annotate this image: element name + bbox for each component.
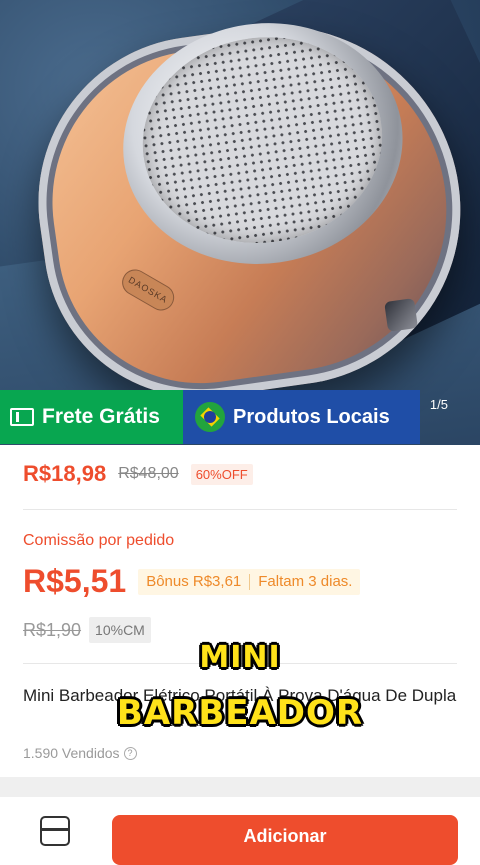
local-products-label: Produtos Locais: [233, 405, 390, 428]
free-shipping-badge: Frete Grátis: [0, 390, 183, 444]
original-price: R$48,00: [118, 465, 179, 482]
bonus-time-remaining: Faltam 3 dias.: [258, 573, 353, 590]
divider: [23, 509, 457, 510]
shipping-box-icon: [10, 408, 34, 426]
local-products-badge: Produtos Locais: [183, 390, 420, 444]
image-page-indicator: 1/5: [429, 397, 448, 412]
current-price: R$18,98: [23, 461, 107, 486]
video-caption-line2: BARBEADOR: [116, 693, 364, 733]
add-button[interactable]: Adicionar: [112, 815, 458, 865]
section-separator: [0, 777, 480, 797]
price-row: R$18,98 R$48,00 60%OFF: [23, 461, 253, 487]
brazil-flag-icon: [195, 402, 225, 432]
commission-label: Comissão por pedido: [23, 532, 175, 549]
commission-value: R$5,51: [23, 563, 127, 599]
sold-count: 1.590 Vendidos: [23, 745, 120, 761]
free-shipping-label: Frete Grátis: [42, 405, 160, 428]
shop-icon[interactable]: [40, 816, 70, 846]
brand-logo: DAOSKA: [117, 264, 179, 316]
charging-port: [384, 298, 419, 332]
bonus-box: Bônus R$3,61 Faltam 3 dias.: [138, 568, 361, 595]
discount-badge: 60%OFF: [190, 463, 253, 485]
product-image-carousel[interactable]: DAOSKA: [0, 0, 480, 445]
commission-row: R$5,51 Bônus R$3,61 Faltam 3 dias.: [23, 563, 361, 600]
old-commission: R$1,90: [23, 619, 82, 640]
info-icon[interactable]: ?: [123, 746, 137, 760]
video-caption-line1: MINI: [199, 640, 281, 675]
bonus-amount: Bônus R$3,61: [146, 573, 242, 590]
sold-count-row: 1.590 Vendidos ?: [23, 745, 137, 761]
